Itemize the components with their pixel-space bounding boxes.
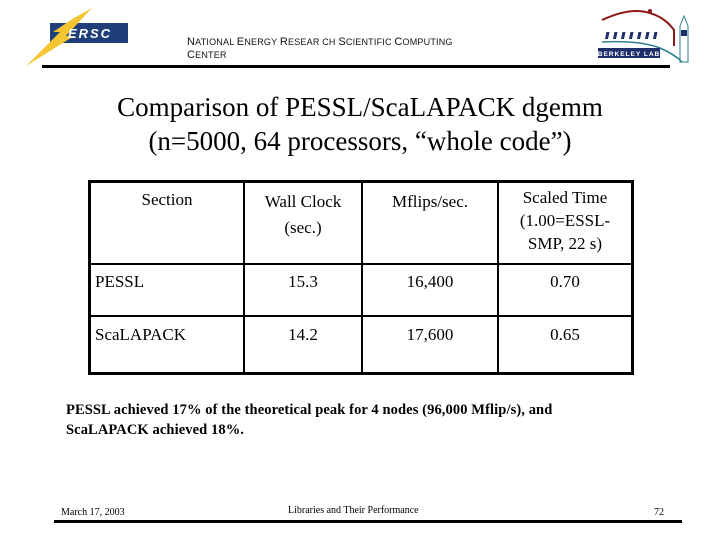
header-text: (sec.) — [284, 218, 322, 237]
cell-scaled-time: 0.70 — [497, 263, 634, 317]
org-word-rest: ATIONAL — [195, 37, 237, 47]
header-text: (1.00=ESSL- — [519, 211, 611, 230]
organization-name-line2: CENTER — [187, 49, 453, 62]
footer-date: March 17, 2003 — [61, 507, 125, 518]
summary-note-line2: ScaLAPACK achieved 18%. — [66, 422, 245, 438]
header-text: Section — [141, 190, 193, 209]
cell-wall-clock: 15.3 — [243, 263, 363, 317]
cell-section: ScaLAPACK — [88, 315, 245, 375]
header-text: Scaled Time — [522, 188, 608, 207]
column-header-wall-clock: Wall Clock (sec.) — [243, 180, 363, 265]
summary-note-line1: PESSL achieved 17% of the theoretical pe… — [66, 402, 553, 418]
cell-wall-clock: 14.2 — [243, 315, 363, 375]
slide-title: Comparison of PESSL/ScaLAPACK dgemm (n=5… — [60, 90, 660, 158]
campanile-tower-icon — [679, 14, 689, 63]
org-word-rest: NERGY — [244, 37, 280, 47]
footer-title: Libraries and Their Performance — [288, 505, 419, 516]
slide-title-line2: (n=5000, 64 processors, “whole code”) — [148, 126, 572, 156]
column-header-scaled-time: Scaled Time (1.00=ESSL- SMP, 22 s) — [497, 180, 634, 265]
organization-name-line1: NATIONAL ENERGY RESEAR CH SCIENTIFIC COM… — [187, 36, 453, 49]
org-word-rest: CIENTIFIC — [345, 37, 395, 47]
org-word-cap: C — [394, 36, 403, 48]
column-header-mflips: Mflips/sec. — [361, 180, 499, 265]
org-word-cap: C — [187, 49, 196, 61]
cell-mflips: 16,400 — [361, 263, 499, 317]
org-word-rest: OMPUTING — [402, 37, 453, 47]
footer-divider — [54, 520, 682, 523]
column-header-section: Section — [88, 180, 245, 265]
slide-title-line1: Comparison of PESSL/ScaLAPACK dgemm — [117, 92, 603, 122]
header-text: Mflips/sec. — [391, 192, 469, 211]
header-divider — [42, 65, 670, 68]
nersc-logo: ERSC — [20, 6, 132, 66]
berkeley-lab-logo-icon: BERKELEY LAB — [598, 9, 689, 63]
header-text: Wall Clock — [264, 192, 342, 211]
org-word-rest: ESEAR CH — [288, 37, 339, 47]
comparison-table: Section Wall Clock (sec.) Mflips/sec. Sc… — [88, 180, 634, 375]
org-word-cap: S — [338, 36, 346, 48]
summary-note: PESSL achieved 17% of the theoretical pe… — [66, 400, 666, 440]
berkeley-lab-label: BERKELEY LAB — [598, 51, 660, 58]
header-text: SMP, 22 s) — [527, 234, 603, 253]
table-row: PESSL 15.3 16,400 0.70 — [88, 263, 634, 317]
nersc-logo-text: ERSC — [68, 26, 112, 41]
building-windows-icon — [604, 32, 658, 39]
cell-scaled-time: 0.65 — [497, 315, 634, 375]
berkeley-lab-logo: BERKELEY LAB — [598, 6, 694, 64]
organization-name: NATIONAL ENERGY RESEAR CH SCIENTIFIC COM… — [187, 36, 453, 62]
arch-icon — [601, 10, 675, 46]
cell-section: PESSL — [88, 263, 245, 317]
page-number: 72 — [654, 507, 664, 518]
org-word-rest: ENTER — [195, 50, 227, 60]
table-header-row: Section Wall Clock (sec.) Mflips/sec. Sc… — [88, 180, 634, 265]
table-row: ScaLAPACK 14.2 17,600 0.65 — [88, 315, 634, 375]
org-word-cap: R — [279, 36, 289, 48]
nersc-logo-icon: ERSC — [26, 8, 128, 66]
org-word-cap: N — [187, 36, 196, 48]
cell-mflips: 17,600 — [361, 315, 499, 375]
